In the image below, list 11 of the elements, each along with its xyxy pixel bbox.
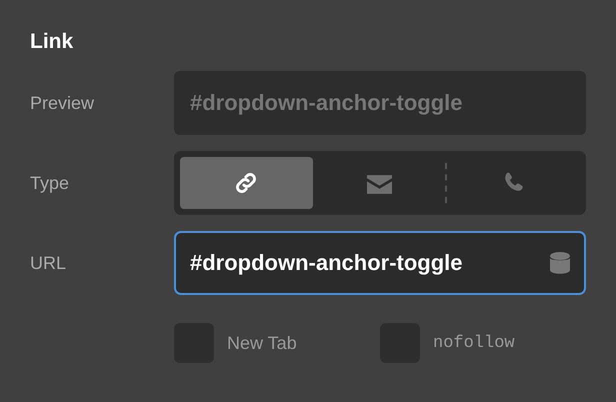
url-field[interactable]: #dropdown-anchor-toggle — [174, 231, 586, 295]
envelope-icon — [366, 172, 392, 194]
field-label: Type — [30, 172, 70, 194]
section-title: Link — [30, 29, 74, 55]
field-label: URL — [30, 252, 68, 274]
checkbox-label: New Tab — [227, 332, 297, 354]
field-label: Preview — [30, 92, 96, 114]
database-icon — [550, 252, 570, 274]
preview-field: #dropdown-anchor-toggle — [174, 71, 586, 135]
checkbox-label: nofollow — [433, 334, 515, 352]
segment-tab[interactable] — [180, 157, 313, 209]
